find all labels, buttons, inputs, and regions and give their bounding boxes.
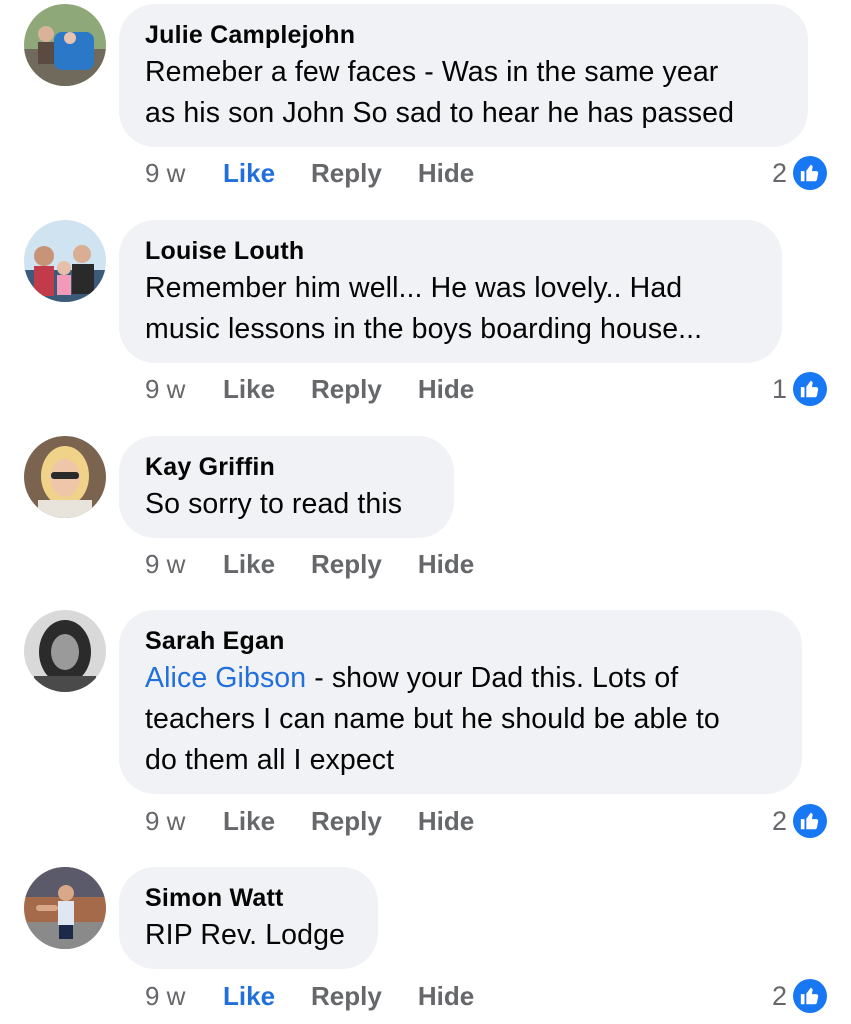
reaction-count: 2: [771, 805, 787, 836]
avatar[interactable]: [24, 867, 106, 949]
comment-bubble: Sarah Egan Alice Gibson - show your Dad …: [119, 610, 802, 794]
hide-button[interactable]: Hide: [418, 981, 474, 1012]
avatar-photo-icon: [24, 610, 106, 692]
avatar-photo-icon: [24, 436, 106, 518]
reaction-count: 1: [771, 373, 787, 404]
hide-button[interactable]: Hide: [418, 158, 474, 189]
reaction-summary[interactable]: 2: [772, 978, 827, 1014]
comment-bubble: Kay Griffin So sorry to read this: [119, 436, 454, 538]
comment-text-line: as his son John So sad to hear he has pa…: [145, 97, 735, 129]
reply-button[interactable]: Reply: [311, 374, 382, 405]
reply-button[interactable]: Reply: [311, 549, 382, 580]
thumbs-up-icon: [793, 372, 827, 406]
reply-button[interactable]: Reply: [311, 806, 382, 837]
avatar[interactable]: [24, 220, 106, 302]
comment-text-line: music lessons in the boys boarding house…: [145, 313, 703, 345]
hide-button[interactable]: Hide: [418, 374, 474, 405]
thumbs-up-icon: [793, 804, 827, 838]
reaction-count: 2: [771, 980, 787, 1011]
avatar-photo-icon: [24, 220, 106, 302]
comment-timestamp[interactable]: 9 w: [145, 806, 223, 837]
comment-text-line: RIP Rev. Lodge: [145, 919, 345, 951]
like-button[interactable]: Like: [223, 981, 275, 1012]
like-button[interactable]: Like: [223, 374, 275, 405]
avatar[interactable]: [24, 610, 106, 692]
comment-actions: 9 w Like Reply Hide: [145, 978, 510, 1014]
avatar-photo-icon: [24, 867, 106, 949]
hide-button[interactable]: Hide: [418, 806, 474, 837]
comment-bubble: Julie Camplejohn Remeber a few faces - W…: [119, 4, 808, 147]
avatar-photo-icon: [24, 4, 106, 86]
comment-text-line: So sorry to read this: [145, 488, 403, 520]
reply-button[interactable]: Reply: [311, 981, 382, 1012]
comment-actions: 9 w Like Reply Hide: [145, 155, 510, 191]
thumbs-up-icon: [793, 156, 827, 190]
reply-button[interactable]: Reply: [311, 158, 382, 189]
comment-text-line: Alice Gibson - show your Dad this. Lots …: [145, 658, 776, 699]
reaction-summary[interactable]: 2: [772, 803, 827, 839]
comment-author[interactable]: Kay Griffin: [145, 450, 428, 484]
comment-text-line: do them all I expect: [145, 744, 395, 776]
like-button[interactable]: Like: [223, 158, 275, 189]
comment-text-line: Remeber a few faces - Was in the same ye…: [145, 56, 719, 88]
reaction-summary[interactable]: 1: [772, 371, 827, 407]
comment-timestamp[interactable]: 9 w: [145, 981, 223, 1012]
comment-timestamp[interactable]: 9 w: [145, 549, 223, 580]
comment-text-segment: - show your Dad this. Lots of: [306, 662, 679, 694]
comment-bubble: Simon Watt RIP Rev. Lodge: [119, 867, 378, 969]
comment-actions: 9 w Like Reply Hide: [145, 371, 510, 407]
comment-author[interactable]: Julie Camplejohn: [145, 18, 782, 52]
comment-author[interactable]: Sarah Egan: [145, 624, 776, 658]
comment-timestamp[interactable]: 9 w: [145, 374, 223, 405]
mention-link[interactable]: Alice Gibson: [145, 662, 306, 694]
comment-text-line: Remember him well... He was lovely.. Had: [145, 272, 683, 304]
comment-actions: 9 w Like Reply Hide: [145, 803, 510, 839]
like-button[interactable]: Like: [223, 806, 275, 837]
avatar[interactable]: [24, 436, 106, 518]
thumbs-up-icon: [793, 979, 827, 1013]
hide-button[interactable]: Hide: [418, 549, 474, 580]
reaction-count: 2: [771, 157, 787, 188]
like-button[interactable]: Like: [223, 549, 275, 580]
comment-text-line: teachers I can name but he should be abl…: [145, 703, 720, 735]
comment-actions: 9 w Like Reply Hide: [145, 546, 510, 582]
comment-author[interactable]: Simon Watt: [145, 881, 352, 915]
comment-timestamp[interactable]: 9 w: [145, 158, 223, 189]
comment-author[interactable]: Louise Louth: [145, 234, 756, 268]
reaction-summary[interactable]: 2: [772, 155, 827, 191]
comment-bubble: Louise Louth Remember him well... He was…: [119, 220, 782, 363]
avatar[interactable]: [24, 4, 106, 86]
